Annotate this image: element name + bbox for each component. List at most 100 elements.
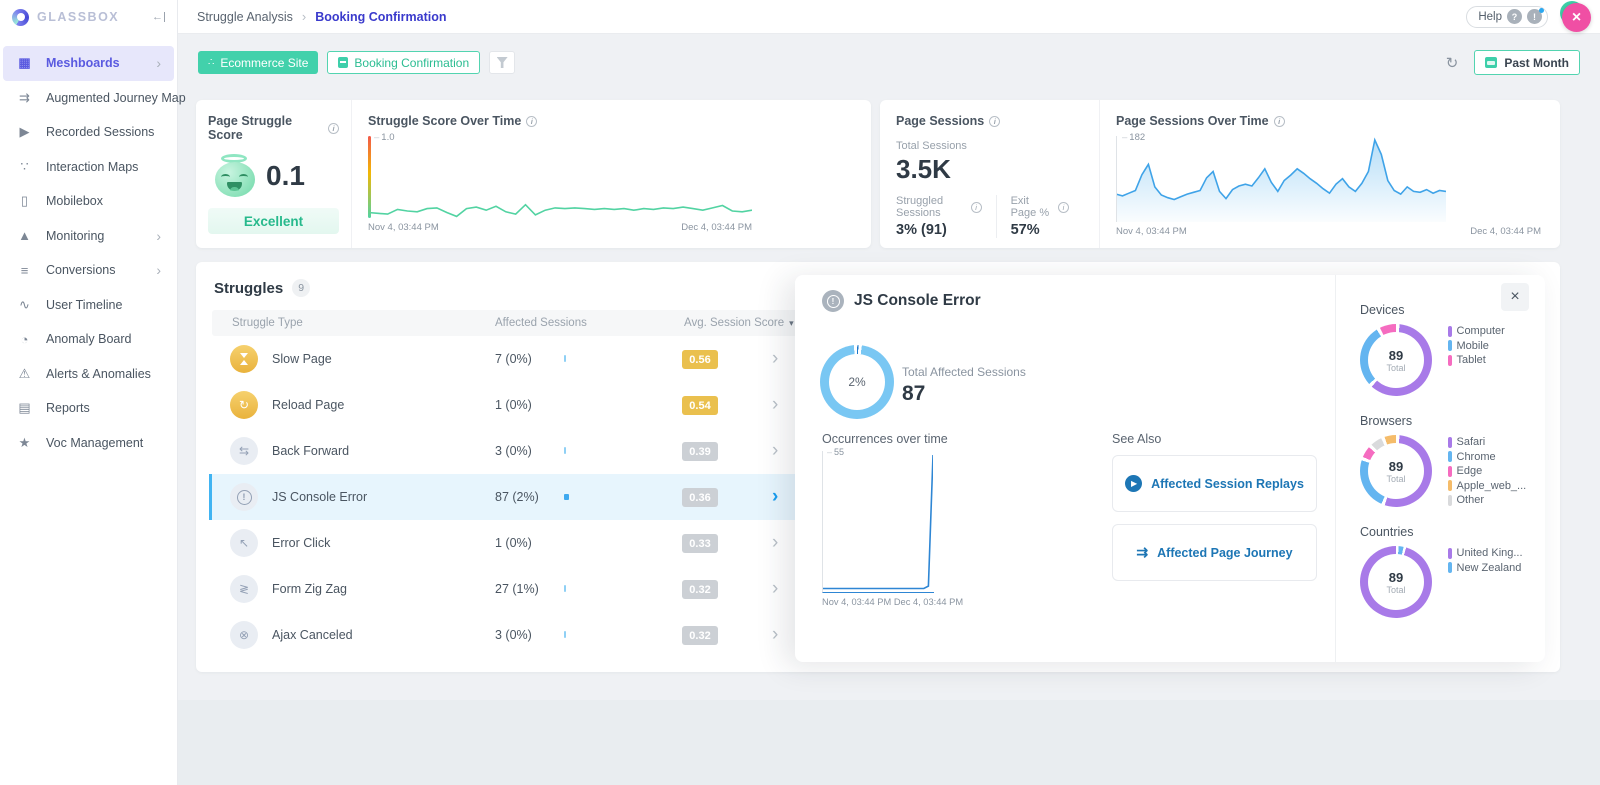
sidebar-collapse-icon[interactable] (152, 12, 165, 22)
date-range-button[interactable]: Past Month (1474, 50, 1580, 75)
affected-page-journey-link[interactable]: Affected Page Journey (1112, 524, 1317, 581)
struggle-type-label: Back Forward (272, 444, 350, 458)
js-console-error-icon: ! (822, 290, 844, 312)
sidebar-item-label: Reports (46, 401, 90, 416)
affected-session-replays-link[interactable]: Affected Session Replays (1112, 455, 1317, 512)
page-sessions-chart: 182 (1116, 132, 1446, 222)
help-question-icon[interactable] (1507, 9, 1522, 24)
info-icon[interactable] (1058, 201, 1069, 213)
stat-section-devices: Devices 89 Total Computer Mobile Tablet (1360, 303, 1531, 398)
struggled-value: 3% (91) (896, 222, 947, 238)
help-menu[interactable]: Help (1466, 5, 1548, 28)
chevron-right-icon (156, 55, 161, 71)
info-icon[interactable] (526, 115, 538, 127)
total-affected-value: 87 (902, 382, 926, 405)
breadcrumb-parent[interactable]: Struggle Analysis (197, 10, 293, 24)
legend-item: Computer (1448, 325, 1505, 337)
chevron-right-icon[interactable] (772, 520, 778, 566)
info-icon[interactable] (328, 122, 339, 134)
struggles-title: Struggles (214, 279, 284, 297)
stat-heading: Devices (1360, 303, 1405, 317)
chevron-right-icon[interactable] (772, 428, 778, 474)
browsers-donut: 89 Total (1360, 435, 1432, 507)
detail-stats-column: Devices 89 Total Computer Mobile Tablet Browse… (1335, 275, 1545, 662)
occurrences-label: Occurrences over time (822, 432, 948, 446)
sidebar-item-meshboards[interactable]: ▦ Meshboards (3, 46, 174, 81)
score-card-title-row: Page Struggle Score (208, 114, 339, 142)
stat-section-countries: Countries 89 Total United King... New Zealan… (1360, 525, 1531, 620)
affected-sessions-value: 1 (0%) (495, 536, 532, 550)
see-also-label: See Also (1112, 432, 1162, 446)
bottom-strip (178, 700, 1600, 785)
col-struggle-type[interactable]: Struggle Type (232, 310, 303, 336)
slow-page-icon (230, 345, 258, 373)
affected-sessions-value: 7 (0%) (495, 352, 532, 366)
chevron-right-icon (302, 9, 306, 24)
chevron-right-icon[interactable] (772, 336, 778, 382)
info-icon[interactable] (1273, 115, 1285, 127)
form-zig-zag-icon: ≷ (230, 575, 258, 603)
filter-button[interactable] (489, 51, 516, 74)
struggle-type-label: Error Click (272, 536, 331, 550)
detail-title: JS Console Error (854, 292, 981, 309)
sidebar-item-recorded-sessions[interactable]: ▶ Recorded Sessions (3, 115, 174, 150)
sidebar-item-monitoring[interactable]: ▲ Monitoring (3, 219, 174, 254)
col-label: Avg. Session Score (684, 317, 785, 329)
affected-sessions-value: 3 (0%) (495, 628, 532, 642)
legend-item: Apple_web_... (1448, 480, 1526, 492)
site-filter-chip[interactable]: Ecommerce Site (198, 51, 319, 74)
sidebar-item-reports[interactable]: ▤ Reports (3, 391, 174, 426)
occurrences-line-chart (823, 454, 933, 590)
session-score-badge: 0.39 (682, 442, 718, 461)
total-sessions-label: Total Sessions (896, 140, 967, 152)
anomaly-board-icon: ◔ (20, 331, 29, 347)
sidebar-item-conversions[interactable]: ≡ Conversions (3, 253, 174, 288)
sidebar-item-voc-management[interactable]: ★ Voc Management (3, 426, 174, 461)
sidebar-item-alerts-anomalies[interactable]: ⚠ Alerts & Anomalies (3, 357, 174, 392)
sessions-spark-bar (564, 585, 566, 592)
struggle-score-chart: 1.0 (368, 132, 752, 218)
sidebar-item-user-timeline[interactable]: ∿ User Timeline (3, 288, 174, 323)
chevron-right-icon[interactable] (772, 612, 778, 658)
col-avg-session-score[interactable]: Avg. Session Score (684, 310, 794, 336)
struggle-type-label: Slow Page (272, 352, 332, 366)
legend-item: United King... (1448, 547, 1523, 559)
legend-item: Other (1448, 494, 1526, 506)
legend-marker (1448, 547, 1452, 559)
close-overlay-button[interactable] (1562, 3, 1591, 32)
struggled-sessions: Struggled Sessions 3% (91) (896, 195, 996, 238)
legend-label: Safari (1456, 436, 1486, 448)
legend-item: Mobile (1448, 340, 1505, 352)
page-filter-chip[interactable]: Booking Confirmation (327, 51, 481, 74)
x-axis-start: Nov 4, 03:44 PM (368, 222, 439, 233)
exit-value: 57% (1010, 222, 1040, 238)
y-axis-max-label: 55 (827, 447, 844, 457)
affected-sessions-value: 3 (0%) (495, 444, 532, 458)
legend-marker (1448, 480, 1452, 491)
chevron-right-icon[interactable] (772, 382, 778, 428)
refresh-icon[interactable] (1446, 54, 1459, 72)
struggle-score-value: 0.1 (266, 160, 305, 191)
legend-marker (1448, 340, 1452, 351)
session-score-badge: 0.33 (682, 534, 718, 553)
sidebar-item-mobilebox[interactable]: ▯ Mobilebox (3, 184, 174, 219)
donut-total-label: Total (1386, 584, 1406, 595)
site-chip-label: Ecommerce Site (220, 55, 309, 70)
info-icon[interactable] (989, 115, 1001, 127)
col-affected-sessions[interactable]: Affected Sessions (495, 310, 587, 336)
sidebar-item-augmented-journey-map[interactable]: ⇉ Augmented Journey Map (3, 81, 186, 116)
sidebar-item-interaction-maps[interactable]: ∵ Interaction Maps (3, 150, 174, 185)
sidebar-item-label: User Timeline (46, 297, 123, 312)
donut-total-value: 89 (1388, 569, 1404, 585)
notifications-icon[interactable] (1527, 8, 1544, 24)
session-score-badge: 0.54 (682, 396, 718, 415)
site-icon (208, 57, 214, 68)
chevron-right-icon[interactable] (772, 566, 778, 612)
ajax-canceled-icon: ⊗ (230, 621, 258, 649)
top-header: Struggle Analysis Booking Confirmation H… (178, 0, 1600, 34)
sidebar-item-anomaly-board[interactable]: ◔ Anomaly Board (3, 322, 174, 357)
x-axis-start: Nov 4, 03:44 PM (1116, 226, 1187, 237)
chevron-right-icon[interactable] (772, 474, 778, 520)
legend-item: New Zealand (1448, 562, 1523, 574)
info-icon[interactable] (970, 201, 982, 213)
